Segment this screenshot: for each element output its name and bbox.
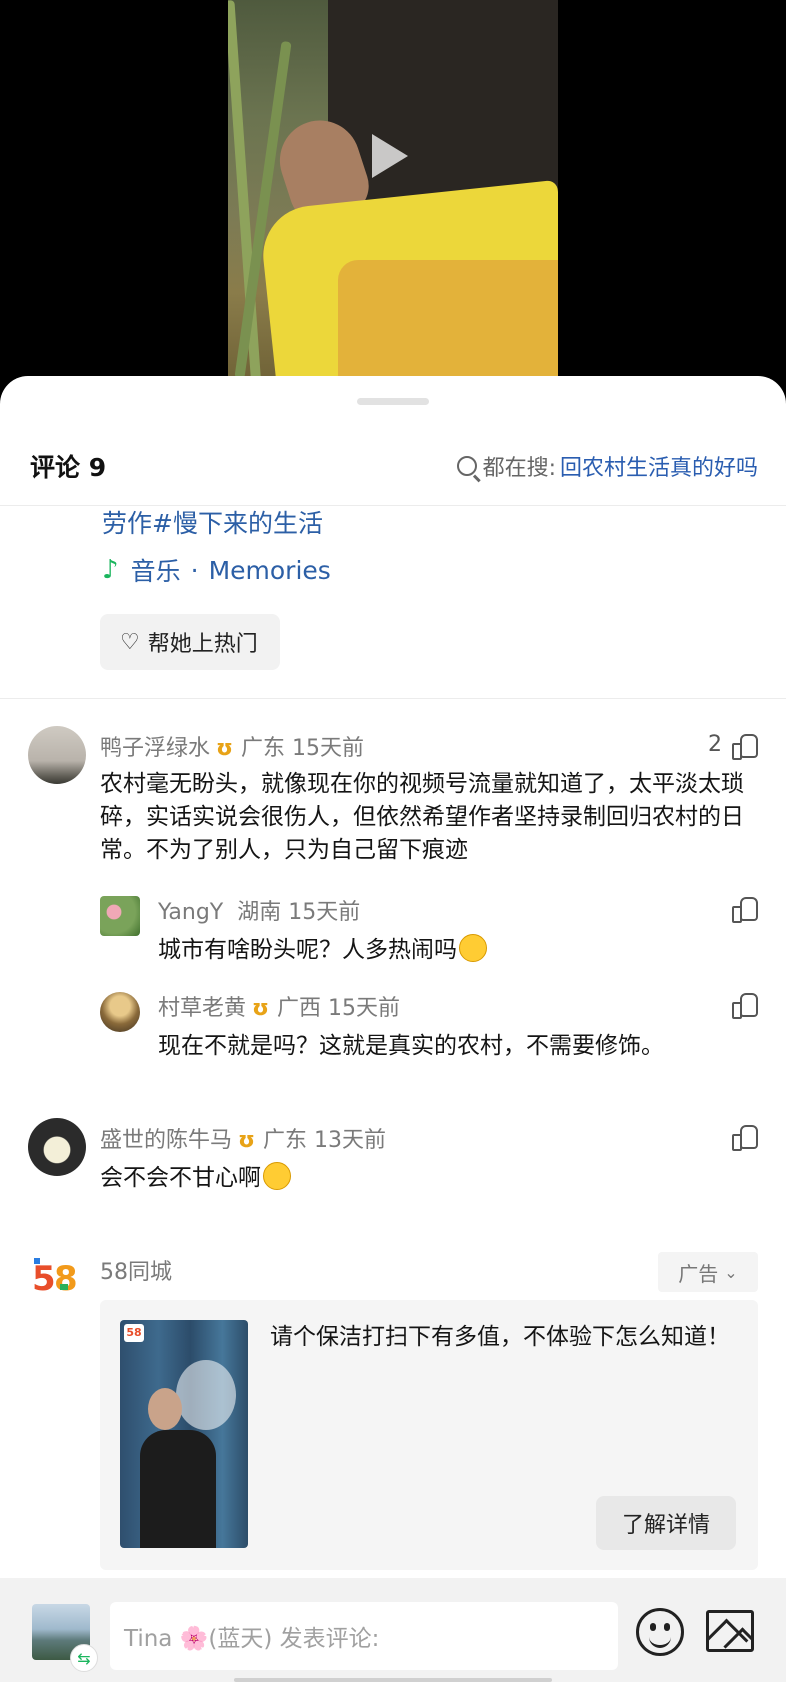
ad-brand-name[interactable]: 58同城 [100, 1254, 172, 1286]
music-title: Memories [208, 555, 331, 585]
trending-search[interactable]: 都在搜: 回农村生活真的好吗 [456, 450, 758, 482]
comments-header: 评论 9 都在搜: 回农村生活真的好吗 [0, 426, 786, 506]
svg-text:5: 5 [32, 1259, 56, 1299]
emoji-icon[interactable] [636, 1608, 684, 1656]
brand-logo[interactable]: 5 8 [30, 1248, 82, 1300]
search-query-link[interactable]: 回农村生活真的好吗 [560, 450, 758, 482]
like-button[interactable] [722, 1124, 758, 1151]
like-button[interactable]: 2 [708, 732, 758, 760]
sheet-grabber[interactable] [357, 398, 429, 405]
comment-author[interactable]: YangY 湖南 15天前 [158, 894, 360, 926]
author-name: 鸭子浮绿水 [100, 736, 211, 761]
thumbs-up-icon [732, 896, 758, 923]
reply-text: 城市有啥盼头呢？人多热闹吗 [158, 937, 457, 963]
comment-author[interactable]: 鸭子浮绿水 ʊ 广东 15天前 [100, 730, 364, 762]
music-link[interactable]: ♪ 音乐 · Memories [102, 552, 331, 588]
avatar[interactable] [100, 896, 140, 936]
thumbs-up-icon [732, 992, 758, 1019]
switch-account-icon[interactable]: ⇆ [70, 1644, 98, 1672]
comments-title: 评论 9 [30, 453, 107, 482]
video-player[interactable] [0, 0, 786, 390]
promote-button[interactable]: ♡ 帮她上热门 [100, 614, 280, 670]
comment-body: 会不会不甘心啊 [100, 1165, 261, 1191]
badge-icon: ʊ [216, 736, 234, 761]
ad-card[interactable]: 58 请个保洁打扫下有多值，不体验下怎么知道！ 了解详情 [100, 1300, 758, 1570]
chevron-down-icon: ⌄ [724, 1262, 738, 1282]
comments-sheet: 评论 9 都在搜: 回农村生活真的好吗 劳作#慢下来的生活 ♪ 音乐 · Mem… [0, 376, 786, 1682]
badge-icon: ʊ [238, 1128, 256, 1153]
thumbs-up-icon [732, 733, 758, 760]
badge-icon: ʊ [252, 996, 270, 1021]
author-name: 村草老黄 [158, 996, 247, 1021]
ad-tag-dropdown[interactable]: 广告 ⌄ [658, 1252, 758, 1292]
comment-text[interactable]: 城市有啥盼头呢？人多热闹吗 [158, 934, 758, 967]
image-icon[interactable] [706, 1610, 754, 1652]
avatar[interactable] [28, 1118, 86, 1176]
search-icon [456, 456, 477, 476]
like-button[interactable] [722, 896, 758, 923]
like-count: 2 [708, 732, 722, 757]
comment-composer-bar: ⇆ Tina 🌸(蓝天) 发表评论: [0, 1578, 786, 1682]
post-hashtags[interactable]: 劳作#慢下来的生活 [102, 504, 323, 540]
ad-tag-label: 广告 [678, 1261, 719, 1286]
comment-author[interactable]: 村草老黄 ʊ 广西 15天前 [158, 990, 400, 1022]
play-icon[interactable] [372, 134, 408, 178]
comment-meta: 广东 15天前 [241, 736, 365, 761]
ad-image-logo: 58 [124, 1324, 144, 1342]
music-separator: · [190, 555, 199, 585]
cry-laugh-emoji-icon [263, 1162, 291, 1190]
avatar[interactable] [28, 726, 86, 784]
avatar[interactable] [100, 992, 140, 1032]
comment-input[interactable]: Tina 🌸(蓝天) 发表评论: [110, 1602, 618, 1670]
comment-meta: 湖南 15天前 [237, 900, 361, 925]
thumbs-up-icon [732, 1124, 758, 1151]
grin-emoji-icon [459, 934, 487, 962]
ad-text: 请个保洁打扫下有多值，不体验下怎么知道！ [270, 1324, 730, 1350]
ad-image: 58 [120, 1320, 248, 1548]
comment-meta: 广西 15天前 [277, 996, 401, 1021]
author-name: 盛世的陈牛马 [100, 1128, 233, 1153]
svg-text:8: 8 [54, 1259, 78, 1299]
video-frame [228, 0, 558, 390]
music-note-icon: ♪ [102, 555, 119, 585]
comment-text[interactable]: 农村毫无盼头，就像现在你的视频号流量就知道了，太平淡太琐碎，实话实说会很伤人，但… [100, 768, 760, 867]
learn-more-button[interactable]: 了解详情 [596, 1496, 736, 1550]
author-name: YangY [158, 900, 224, 925]
comment-author[interactable]: 盛世的陈牛马 ʊ 广东 13天前 [100, 1122, 386, 1154]
promote-label: 帮她上热门 [147, 632, 258, 657]
like-button[interactable] [722, 992, 758, 1019]
search-prefix: 都在搜: [482, 456, 556, 481]
comment-text[interactable]: 会不会不甘心啊 [100, 1162, 760, 1195]
divider [0, 698, 786, 699]
music-label: 音乐 [130, 557, 181, 586]
home-indicator [234, 1678, 552, 1682]
heart-icon: ♡ [120, 629, 140, 655]
comment-meta: 广东 13天前 [263, 1128, 387, 1153]
comment-text[interactable]: 现在不就是吗？这就是真实的农村，不需要修饰。 [158, 1030, 758, 1063]
